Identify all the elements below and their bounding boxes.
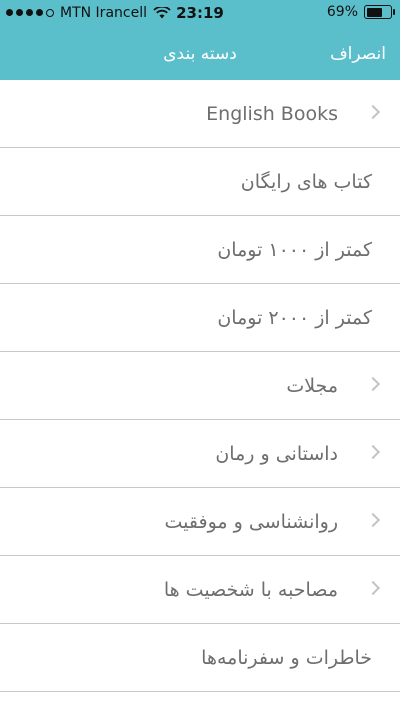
category-label: کمتر از ۲۰۰۰ تومان — [217, 307, 372, 329]
category-item[interactable]: داستانی و رمان — [0, 420, 400, 488]
chevron-right-icon — [365, 104, 381, 120]
category-label: کمتر از ۱۰۰۰ تومان — [217, 239, 372, 261]
chevron-right-icon — [365, 376, 381, 392]
chevron-right-icon — [365, 444, 381, 460]
category-item[interactable]: خاطرات و سفرنامه‌ها — [0, 624, 400, 692]
category-label: خاطرات و سفرنامه‌ها — [201, 647, 372, 669]
battery-icon — [364, 5, 395, 19]
category-label: داستانی و رمان — [215, 443, 338, 465]
category-label: روانشناسی و موفقیت — [164, 511, 338, 533]
chevron-right-icon — [365, 512, 381, 528]
category-item[interactable]: مجلات — [0, 352, 400, 420]
category-item[interactable]: کمتر از ۲۰۰۰ تومان — [0, 284, 400, 352]
category-item[interactable]: روانشناسی و موفقیت — [0, 488, 400, 556]
category-label: English Books — [206, 103, 338, 125]
category-item[interactable]: مصاحبه با شخصیت ها — [0, 556, 400, 624]
status-right: 69% — [326, 4, 395, 20]
category-list: English Books کتاب های رایگان کمتر از ۱۰۰۰… — [0, 80, 400, 692]
category-label: مصاحبه با شخصیت ها — [163, 579, 338, 601]
category-item[interactable]: English Books — [0, 80, 400, 148]
category-item[interactable]: کمتر از ۱۰۰۰ تومان — [0, 216, 400, 284]
category-item[interactable]: کتاب های رایگان — [0, 148, 400, 216]
battery-percent: 69% — [326, 4, 358, 20]
nav-header: MTN Irancell 23:19 69% دسته بندی انصراف — [0, 0, 400, 80]
cancel-button[interactable]: انصراف — [330, 44, 386, 64]
category-label: مجلات — [286, 375, 338, 397]
status-bar: MTN Irancell 23:19 69% — [0, 0, 400, 28]
category-label: کتاب های رایگان — [240, 171, 372, 193]
chevron-right-icon — [365, 580, 381, 596]
battery-fill — [366, 7, 382, 17]
